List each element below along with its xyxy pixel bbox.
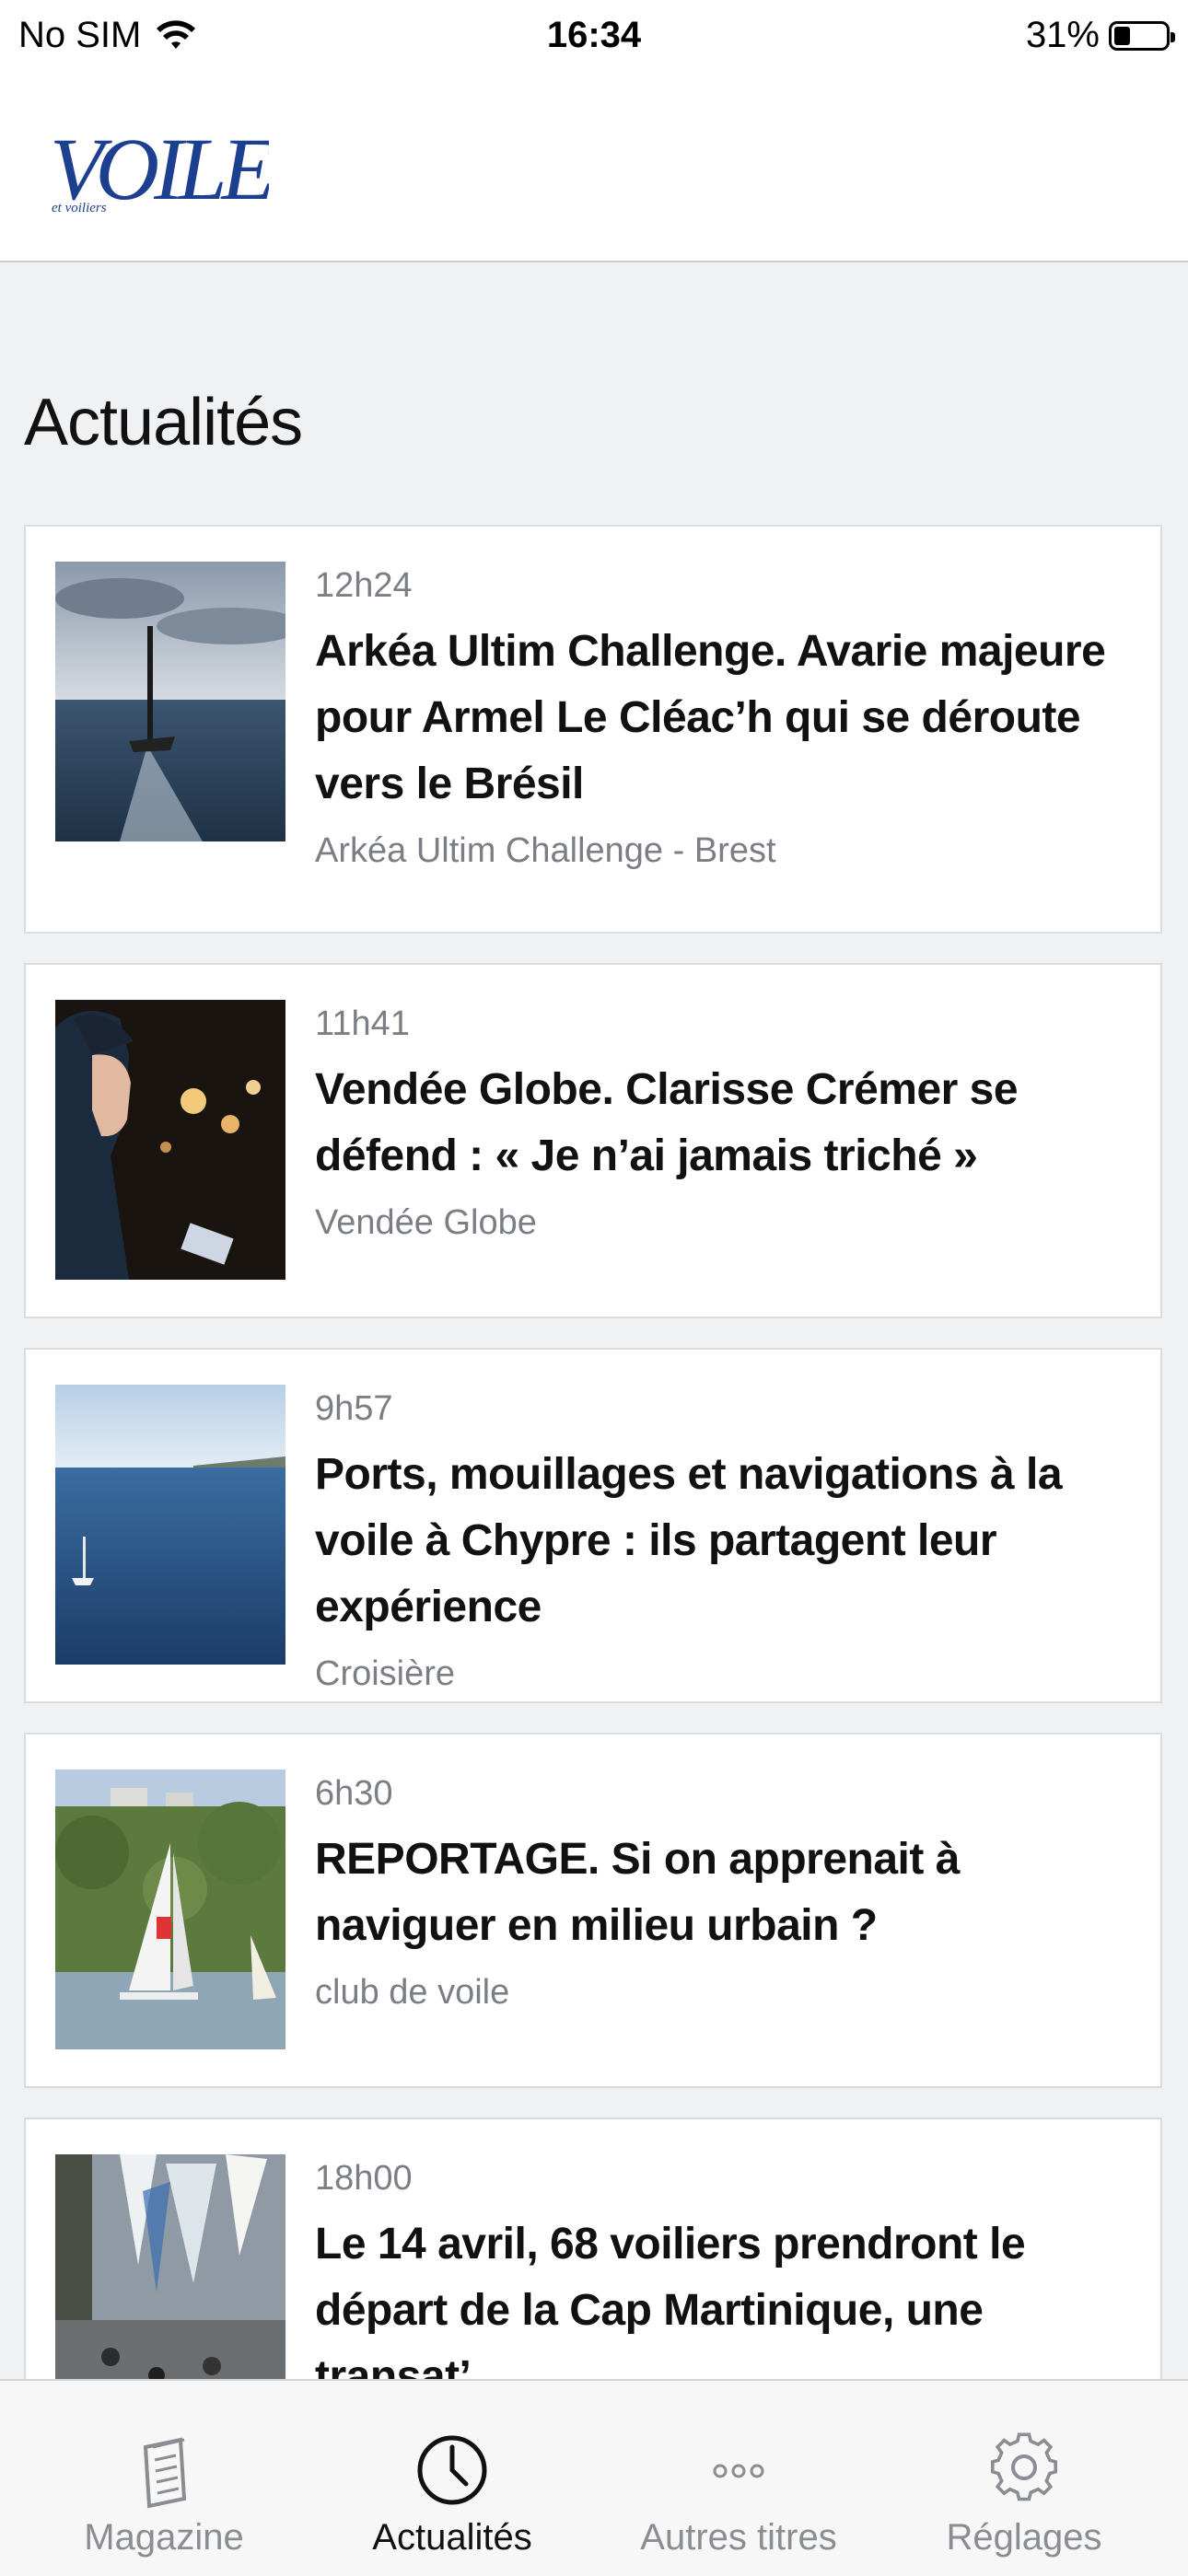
article-time: 12h24: [315, 566, 413, 605]
tab-label: Réglages: [946, 2517, 1102, 2558]
article-card[interactable]: 12h24 Arkéa Ultim Challenge. Avarie maje…: [24, 525, 1162, 934]
status-time: 16:34: [546, 15, 642, 55]
tab-bar: Magazine Actualités Autres titres Réglag…: [0, 2379, 1188, 2576]
logo-sub-text: et voiliers: [52, 201, 107, 215]
tab-label: Magazine: [84, 2517, 244, 2558]
article-category[interactable]: Arkéa Ultim Challenge - Brest: [315, 827, 1133, 875]
article-meta: 18h00 Le 14 avril, 68 voiliers prendront…: [315, 2156, 1133, 2410]
battery-percent: 31%: [1025, 15, 1100, 55]
article-title[interactable]: REPORTAGE. Si on apprenait à naviguer en…: [315, 1827, 1133, 1959]
status-right: 31%: [1025, 15, 1175, 56]
article-meta: 12h24 Arkéa Ultim Challenge. Avarie maje…: [315, 563, 1133, 875]
tab-label: Autres titres: [640, 2517, 837, 2558]
tab-actualites[interactable]: Actualités: [304, 2381, 600, 2576]
gear-icon: [990, 2432, 1058, 2501]
tab-reglages[interactable]: Réglages: [876, 2381, 1172, 2576]
article-title[interactable]: Vendée Globe. Clarisse Crémer se défend …: [315, 1057, 1133, 1189]
article-time: 6h30: [315, 1774, 393, 1813]
article-card[interactable]: 6h30 REPORTAGE. Si on apprenait à navigu…: [24, 1733, 1162, 2088]
article-thumbnail: [55, 562, 285, 841]
tab-label: Actualités: [372, 2517, 532, 2558]
article-thumbnail: [55, 1385, 285, 1665]
article-meta: 11h41 Vendée Globe. Clarisse Crémer se d…: [315, 1002, 1133, 1247]
article-card[interactable]: 11h41 Vendée Globe. Clarisse Crémer se d…: [24, 963, 1162, 1318]
clock-icon: [417, 2435, 487, 2505]
voiles-et-voiliers-logo[interactable]: VOILES et voiliers: [48, 114, 269, 215]
article-thumbnail: [55, 1000, 285, 1280]
battery-icon: [1109, 20, 1175, 51]
battery-fill: [1114, 26, 1130, 45]
status-bar: No SIM 16:34 31%: [0, 0, 1188, 74]
article-title[interactable]: Arkéa Ultim Challenge. Avarie majeure po…: [315, 619, 1133, 818]
article-thumbnail: [55, 1770, 285, 2049]
article-time: 11h41: [315, 1004, 410, 1043]
article-category[interactable]: Vendée Globe: [315, 1199, 1133, 1247]
magazine-icon: [143, 2437, 187, 2509]
article-meta: 6h30 REPORTAGE. Si on apprenait à navigu…: [315, 1771, 1133, 2016]
tab-magazine[interactable]: Magazine: [16, 2381, 312, 2576]
article-time: 9h57: [315, 1389, 393, 1428]
page-title: Actualités: [24, 386, 303, 459]
article-title[interactable]: Ports, mouillages et navigations à la vo…: [315, 1442, 1133, 1641]
article-category[interactable]: club de voile: [315, 1968, 1133, 2016]
article-time: 18h00: [315, 2159, 413, 2198]
article-category[interactable]: Croisière: [315, 1650, 1133, 1698]
tab-autres-titres[interactable]: Autres titres: [590, 2381, 887, 2576]
article-card[interactable]: 9h57 Ports, mouillages et navigations à …: [24, 1348, 1162, 1703]
article-meta: 9h57 Ports, mouillages et navigations à …: [315, 1387, 1133, 1698]
app-header: VOILES et voiliers: [0, 74, 1188, 262]
more-icon: [713, 2464, 764, 2478]
